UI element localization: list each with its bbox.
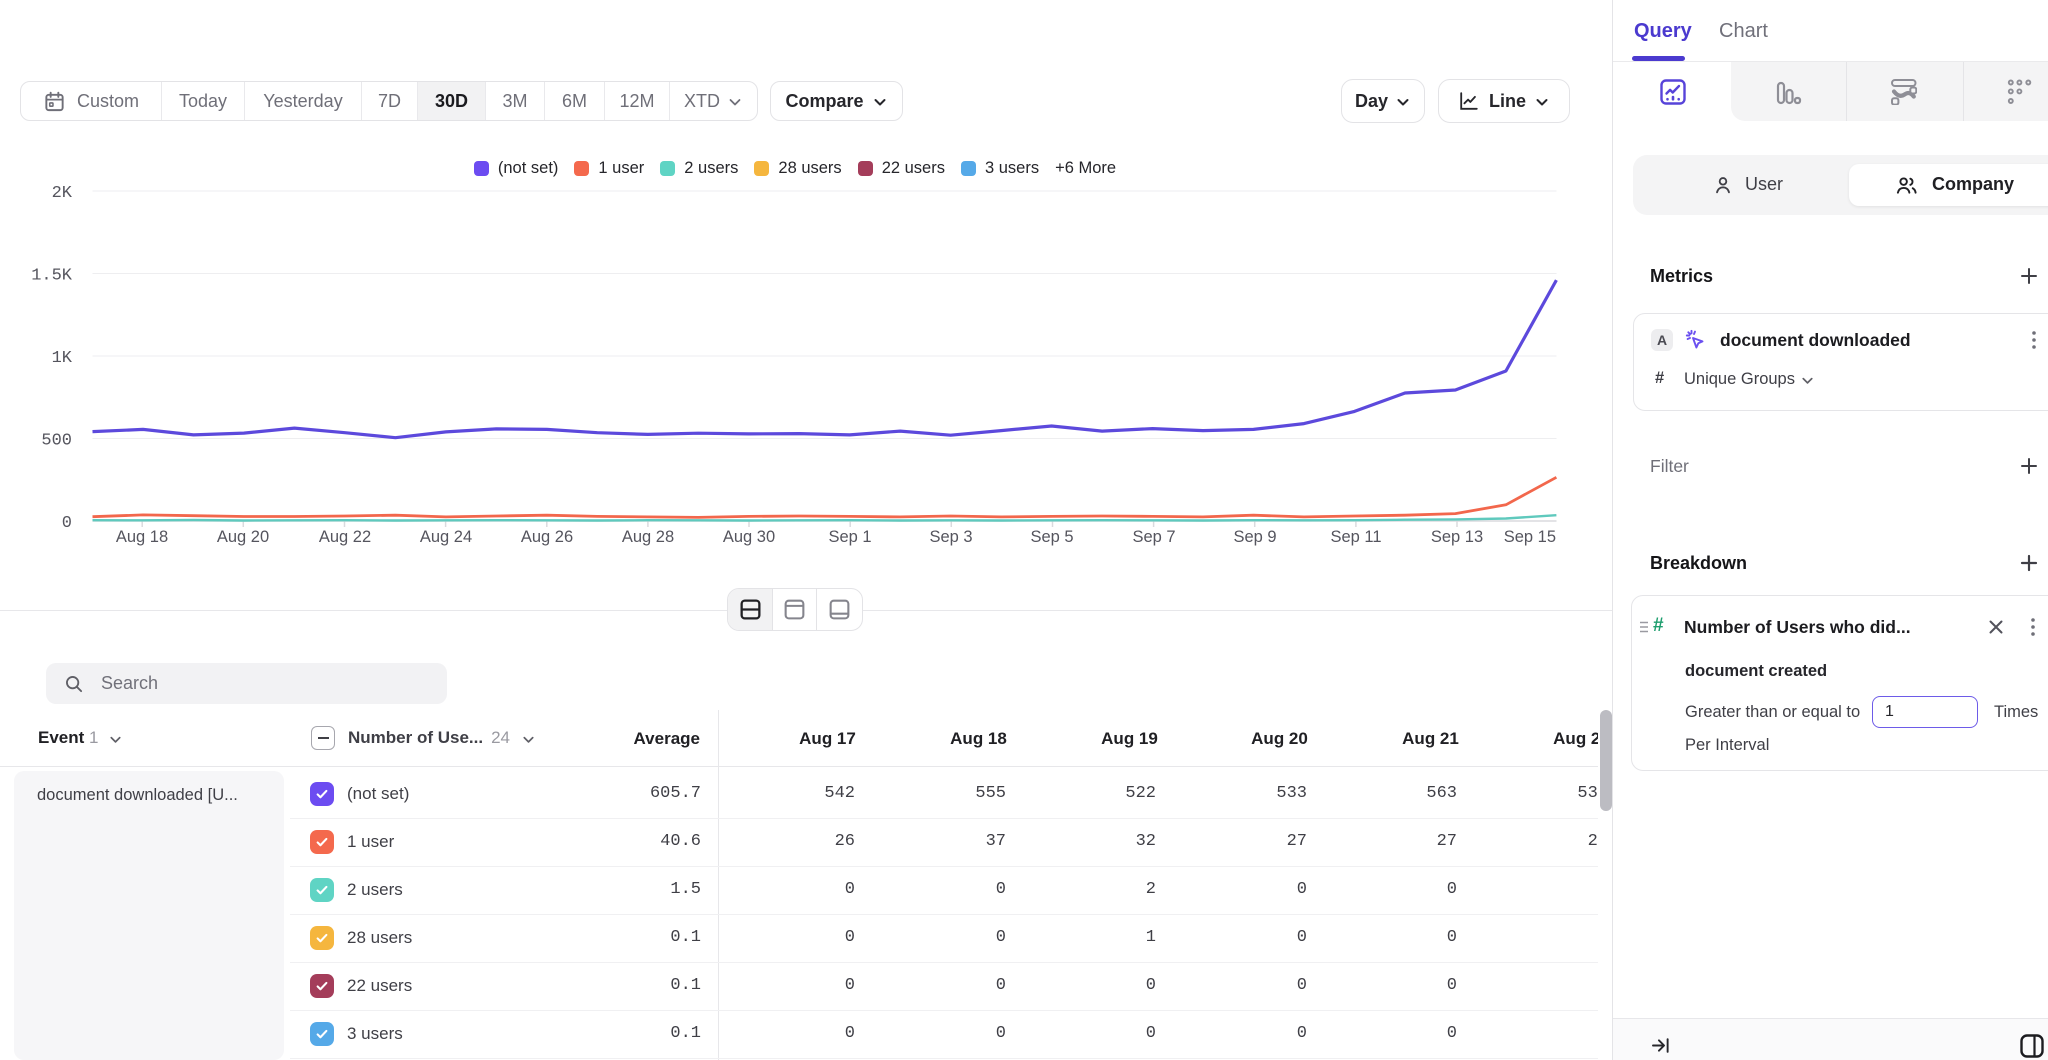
svg-text:1K: 1K [52, 349, 73, 368]
svg-text:Aug 26: Aug 26 [521, 528, 573, 546]
svg-text:Aug 20: Aug 20 [217, 528, 269, 546]
svg-text:Sep 9: Sep 9 [1233, 528, 1276, 546]
svg-text:Aug 28: Aug 28 [622, 528, 674, 546]
svg-text:Sep 11: Sep 11 [1330, 528, 1381, 546]
svg-text:1.5K: 1.5K [31, 267, 73, 286]
svg-text:Aug 30: Aug 30 [723, 528, 775, 546]
svg-text:500: 500 [41, 432, 72, 451]
svg-text:Sep 3: Sep 3 [929, 528, 972, 546]
svg-text:Aug 18: Aug 18 [116, 528, 168, 546]
svg-text:Aug 22: Aug 22 [319, 528, 371, 546]
svg-text:Sep 13: Sep 13 [1431, 528, 1483, 546]
svg-text:Sep 7: Sep 7 [1132, 528, 1175, 546]
svg-text:Sep 15: Sep 15 [1504, 528, 1556, 546]
svg-text:Sep 1: Sep 1 [828, 528, 871, 546]
svg-text:2K: 2K [52, 184, 73, 203]
svg-text:Aug 24: Aug 24 [420, 528, 472, 546]
svg-text:Sep 5: Sep 5 [1030, 528, 1073, 546]
svg-text:0: 0 [62, 514, 72, 533]
